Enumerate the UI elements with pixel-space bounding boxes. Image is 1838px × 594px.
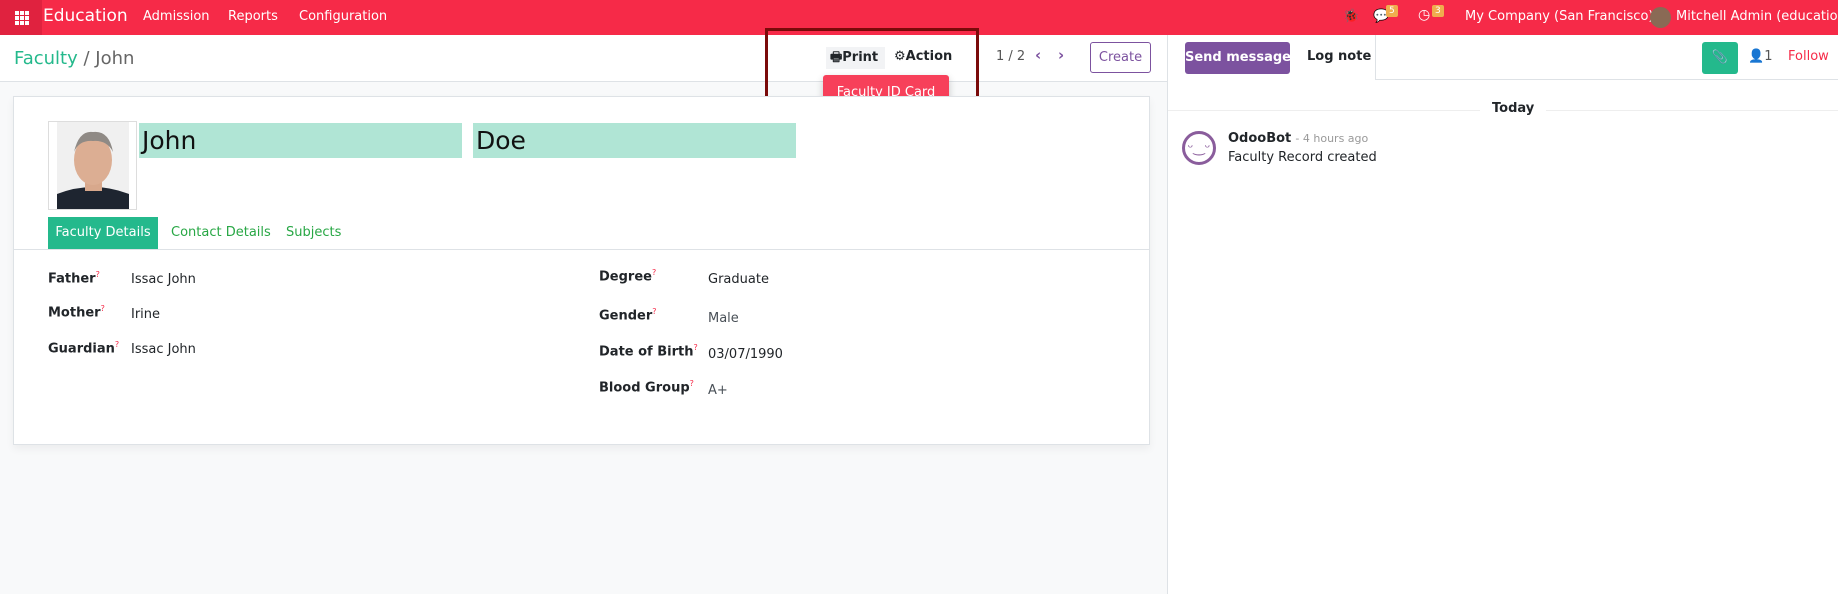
guardian-label: Guardian? [48,340,120,357]
breadcrumb: Faculty / John [14,48,134,69]
message-body: Faculty Record created [1228,150,1377,165]
dob-label: Date of Birth? [599,343,698,360]
send-message-button[interactable]: Send message [1185,42,1291,74]
faculty-photo[interactable] [48,121,137,210]
messages-badge: 5 [1386,5,1398,17]
debug-bug-icon[interactable]: 🐞 [1343,9,1359,24]
mother-label: Mother? [48,304,105,321]
tab-divider [14,249,1149,250]
control-panel: Faculty / John 🖶Print ⚙Action 1 / 2 ‹ › … [0,35,1167,82]
father-label: Father? [48,270,100,287]
mother-value[interactable]: Irine [131,307,160,322]
odoobot-avatar: ᵕ‿ᵕ [1182,131,1216,165]
create-button[interactable]: Create [1090,42,1151,73]
message-header: OdooBot - 4 hours ago [1228,131,1368,146]
chatter-topbar-border [1375,79,1838,80]
degree-value[interactable]: Graduate [708,272,769,287]
gender-label: Gender? [599,307,657,324]
message-time: - 4 hours ago [1295,132,1369,145]
menu-configuration[interactable]: Configuration [299,9,387,24]
date-separator: Today [1480,101,1547,116]
blood-group-label: Blood Group? [599,379,694,396]
log-note-button[interactable]: Log note [1307,49,1371,64]
first-name-field[interactable]: John [139,123,462,158]
gender-value[interactable]: Male [708,311,739,326]
pager-prev-icon[interactable]: ‹ [1035,46,1041,64]
company-switcher[interactable]: My Company (San Francisco) [1465,9,1653,24]
blood-group-value[interactable]: A+ [708,383,728,398]
degree-label: Degree? [599,268,657,285]
user-avatar[interactable] [1650,7,1671,28]
chatter-panel: Send message Log note 📎 👤1 Follow Today … [1167,35,1838,594]
pager-value[interactable]: 1 / 2 [996,49,1025,64]
menu-admission[interactable]: Admission [143,9,210,24]
guardian-value[interactable]: Issac John [131,342,196,357]
pager-next-icon[interactable]: › [1058,46,1064,64]
follow-button[interactable]: Follow [1788,49,1829,64]
form-sheet: John Doe Faculty Details Contact Details… [13,96,1150,445]
breadcrumb-faculty-link[interactable]: Faculty [14,48,78,69]
breadcrumb-current: John [95,48,135,69]
app-title[interactable]: Education [43,6,128,26]
message-author[interactable]: OdooBot [1228,131,1291,146]
tab-subjects[interactable]: Subjects [286,217,341,249]
father-value[interactable]: Issac John [131,272,196,287]
activities-badge: 3 [1432,5,1444,17]
activities-clock-icon[interactable]: ◷ [1418,7,1430,23]
breadcrumb-separator: / [83,48,90,69]
follower-person-icon: 👤 [1748,49,1765,64]
dob-value[interactable]: 03/07/1990 [708,347,783,362]
tab-border [1375,35,1376,80]
followers-button[interactable]: 👤1 [1748,49,1772,64]
user-menu[interactable]: Mitchell Admin (education) [1676,9,1838,24]
menu-reports[interactable]: Reports [228,9,278,24]
apps-menu-icon[interactable] [0,0,42,35]
tab-contact-details[interactable]: Contact Details [171,217,271,249]
attachment-paperclip-button[interactable]: 📎 [1702,42,1738,74]
tab-faculty-details[interactable]: Faculty Details [48,217,158,249]
last-name-field[interactable]: Doe [473,123,796,158]
